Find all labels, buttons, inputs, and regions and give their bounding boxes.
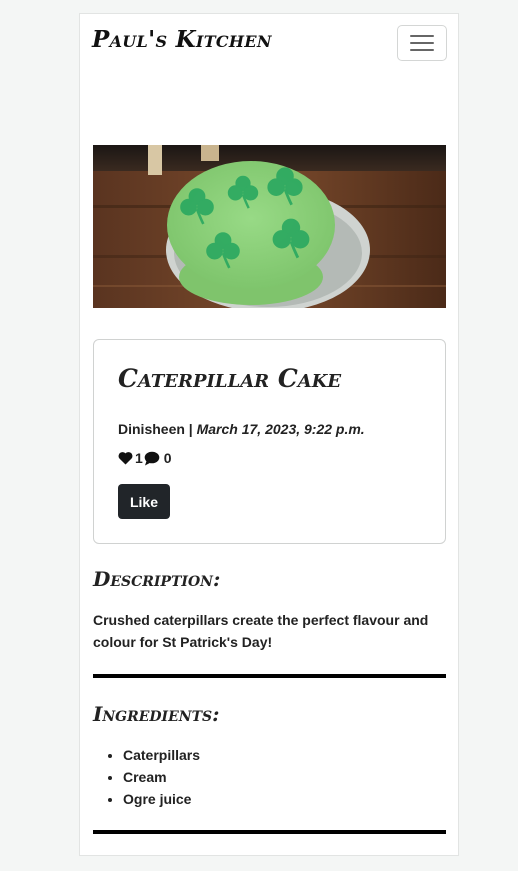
heart-icon bbox=[118, 452, 133, 465]
recipe-info-card: Caterpillar Cake Dinisheen | March 17, 2… bbox=[93, 339, 446, 544]
comments-count: 0 bbox=[163, 450, 172, 466]
likes-count: 1 bbox=[135, 450, 143, 466]
page-container: Paul's Kitchen Caterpillar Cake Dinishee… bbox=[79, 13, 459, 856]
recipe-stats: 1 0 bbox=[118, 450, 172, 466]
section-divider bbox=[93, 674, 446, 678]
recipe-date: March 17, 2023, 9:22 p.m. bbox=[196, 421, 365, 437]
meta-separator: | bbox=[184, 421, 197, 437]
ingredient-item: Ogre juice bbox=[123, 788, 200, 810]
description-text: Crushed caterpillars create the perfect … bbox=[93, 612, 429, 650]
like-button[interactable]: Like bbox=[118, 484, 170, 519]
hamburger-menu-icon bbox=[410, 35, 434, 52]
ingredient-item: Cream bbox=[123, 766, 200, 788]
navbar-brand[interactable]: Paul's Kitchen bbox=[92, 26, 272, 53]
recipe-meta: Dinisheen | March 17, 2023, 9:22 p.m. bbox=[118, 421, 365, 437]
ingredients-list: Caterpillars Cream Ogre juice bbox=[93, 744, 200, 810]
ingredients-heading: Ingredients: bbox=[93, 702, 220, 726]
navbar-toggle-button[interactable] bbox=[397, 25, 447, 61]
comment-icon bbox=[144, 451, 160, 465]
description-heading: Description: bbox=[93, 567, 221, 591]
recipe-image bbox=[93, 145, 446, 308]
recipe-author: Dinisheen bbox=[118, 421, 185, 437]
section-divider bbox=[93, 830, 446, 834]
ingredient-item: Caterpillars bbox=[123, 744, 200, 766]
recipe-title: Caterpillar Cake bbox=[118, 364, 342, 393]
